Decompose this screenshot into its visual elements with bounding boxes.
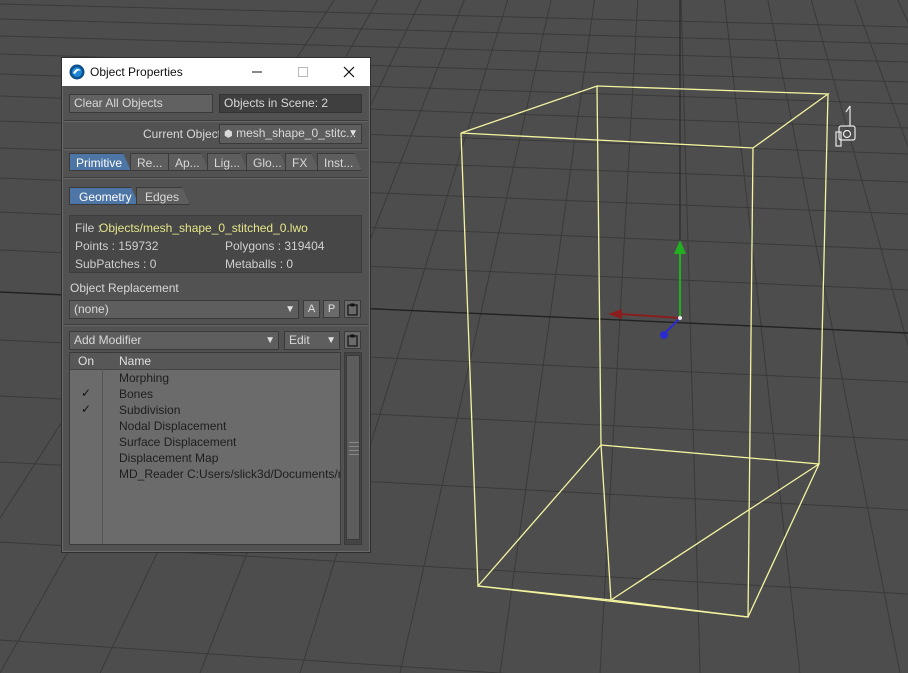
close-icon (343, 66, 355, 78)
list-item[interactable]: Surface Displacement (70, 434, 340, 450)
list-item[interactable]: Morphing (70, 370, 340, 386)
clear-all-objects-button[interactable]: Clear All Objects (69, 94, 213, 113)
list-item[interactable]: Nodal Displacement (70, 418, 340, 434)
edit-label: Edit (289, 333, 310, 347)
modifier-name: Bones (119, 387, 154, 401)
list-header: On Name (70, 353, 340, 370)
separator (64, 324, 368, 326)
list-item[interactable]: ✓ Subdivision (70, 402, 340, 418)
app-logo-icon (69, 64, 85, 80)
tab-primitive[interactable]: Primitive (69, 153, 131, 171)
list-scrollbar[interactable] (344, 352, 362, 545)
add-modifier-label: Add Modifier (74, 333, 142, 347)
grip-icon (349, 446, 359, 447)
current-object-label: Current Object (143, 127, 222, 141)
chevron-down-icon: ▼ (285, 304, 295, 315)
title-bar[interactable]: Object Properties (62, 58, 370, 86)
close-button[interactable] (326, 58, 372, 86)
tab-appearance[interactable]: Ap... (168, 153, 209, 171)
file-path: Objects/mesh_shape_0_stitched_0.lwo (99, 221, 308, 235)
modifier-name: Subdivision (119, 403, 181, 417)
list-item[interactable]: MD_Reader C:Users/slick3d/Documents/real (70, 466, 340, 482)
tab-fx[interactable]: FX (285, 153, 319, 171)
scrollbar-thumb[interactable] (346, 355, 360, 540)
maximize-icon (298, 67, 308, 77)
separator (64, 177, 368, 179)
subpatches-count: SubPatches : 0 (75, 257, 157, 271)
modifier-name: Nodal Displacement (119, 419, 227, 433)
chevron-down-icon: ▼ (348, 128, 358, 139)
current-object-select[interactable]: ⬢ mesh_shape_0_stitc... ▼ (219, 124, 362, 144)
enabled-check[interactable]: ✓ (81, 402, 91, 416)
modifier-name: Surface Displacement (119, 435, 237, 449)
tab-global[interactable]: Glo... (246, 153, 288, 171)
window-title: Object Properties (90, 65, 183, 79)
metaballs-count: Metaballs : 0 (225, 257, 294, 271)
geometry-info-panel: File : Objects/mesh_shape_0_stitched_0.l… (69, 215, 362, 273)
tab-edges[interactable]: Edges (136, 187, 190, 205)
bounding-box[interactable] (460, 85, 830, 618)
points-count: Points : 159732 (75, 239, 159, 253)
replacement-p-button[interactable]: P (323, 300, 340, 318)
separator (64, 120, 368, 122)
clipboard-icon (347, 334, 358, 347)
minimize-button[interactable] (234, 58, 280, 86)
add-modifier-select[interactable]: Add Modifier ▼ (69, 331, 279, 350)
tab-geometry[interactable]: Geometry (69, 187, 139, 205)
grip-icon (349, 450, 359, 451)
list-item[interactable]: ✓ Bones (70, 386, 340, 402)
grip-icon (349, 454, 359, 455)
modifier-name: MD_Reader C:Users/slick3d/Documents/real (119, 467, 341, 481)
replacement-clipboard-button[interactable] (344, 300, 361, 318)
minimize-icon (252, 71, 262, 73)
object-replacement-select[interactable]: (none) ▼ (69, 300, 299, 319)
grip-icon (349, 442, 359, 443)
objects-in-scene-field: Objects in Scene: 2 (219, 94, 362, 113)
edit-select[interactable]: Edit ▼ (284, 331, 340, 350)
polygons-count: Polygons : 319404 (225, 239, 325, 253)
chevron-down-icon: ▼ (326, 335, 336, 346)
chevron-down-icon: ▼ (265, 335, 275, 346)
maximize-button[interactable] (280, 58, 326, 86)
object-replacement-label: Object Replacement (70, 281, 179, 295)
modifier-name: Displacement Map (119, 451, 219, 465)
modifier-list[interactable]: On Name Morphing ✓ Bones ✓ Subdivision N… (69, 352, 341, 545)
modifier-name: Morphing (119, 371, 170, 385)
clipboard-icon (347, 303, 358, 316)
list-item[interactable]: Displacement Map (70, 450, 340, 466)
tab-lights[interactable]: Lig... (207, 153, 248, 171)
current-object-value: mesh_shape_0_stitc... (236, 126, 357, 140)
file-label: File : (75, 221, 102, 235)
column-name[interactable]: Name (119, 354, 151, 368)
enabled-check[interactable]: ✓ (81, 386, 91, 400)
modifier-clipboard-button[interactable] (344, 331, 361, 349)
separator (64, 148, 368, 150)
mesh-cube-icon: ⬢ (224, 129, 233, 140)
object-properties-window[interactable]: Object Properties Clear All Objects Obje… (61, 57, 371, 553)
tab-instance[interactable]: Inst... (317, 153, 362, 171)
replacement-a-button[interactable]: A (303, 300, 320, 318)
column-on[interactable]: On (78, 354, 94, 368)
object-replacement-value: (none) (74, 302, 109, 316)
